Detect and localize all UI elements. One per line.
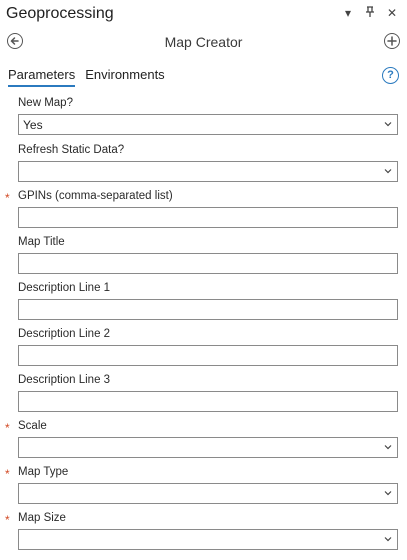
description-line-3-input[interactable]	[18, 391, 398, 412]
description-line-2-input[interactable]	[18, 345, 398, 366]
chevron-down-icon	[384, 122, 392, 127]
plus-icon	[387, 36, 397, 46]
param-label: Description Line 2	[18, 328, 111, 340]
chevron-down-icon	[384, 445, 392, 450]
pane-titlebar: Geoprocessing ▾ ✕	[0, 0, 407, 30]
required-marker: *	[5, 191, 10, 205]
param-label: Map Title	[18, 236, 65, 248]
pane-title: Geoprocessing	[6, 5, 114, 22]
new-map-dropdown[interactable]: Yes	[18, 114, 398, 135]
scale-dropdown[interactable]	[18, 437, 398, 458]
param-label: Map Type	[18, 466, 69, 478]
help-icon[interactable]: ?	[382, 67, 399, 84]
chevron-down-icon	[384, 169, 392, 174]
map-type-dropdown[interactable]	[18, 483, 398, 504]
tab-bar: Parameters Environments	[8, 67, 165, 87]
param-label: Description Line 3	[18, 374, 111, 386]
close-icon[interactable]: ✕	[385, 6, 399, 21]
tool-title: Map Creator	[164, 34, 243, 50]
map-title-input[interactable]	[18, 253, 398, 274]
param-label: GPINs (comma-separated list)	[18, 190, 173, 202]
param-label: Description Line 1	[18, 282, 111, 294]
param-label: Scale	[18, 420, 47, 432]
add-button[interactable]	[384, 33, 400, 49]
param-label: Refresh Static Data?	[18, 144, 125, 156]
options-menu-icon[interactable]: ▾	[341, 6, 355, 21]
refresh-static-data-dropdown[interactable]	[18, 161, 398, 182]
tab-parameters[interactable]: Parameters	[8, 67, 76, 87]
required-marker: *	[5, 513, 10, 527]
dropdown-value: Yes	[23, 118, 43, 132]
description-line-1-input[interactable]	[18, 299, 398, 320]
param-label: New Map?	[18, 97, 73, 109]
tab-environments[interactable]: Environments	[85, 67, 164, 87]
required-marker: *	[5, 467, 10, 481]
gpins-input[interactable]	[18, 207, 398, 228]
chevron-down-icon	[384, 537, 392, 542]
map-size-dropdown[interactable]	[18, 529, 398, 550]
param-label: Map Size	[18, 512, 66, 524]
chevron-down-icon	[384, 491, 392, 496]
pane-controls: ▾ ✕	[341, 6, 399, 21]
required-marker: *	[5, 421, 10, 435]
pin-icon[interactable]	[363, 6, 377, 21]
